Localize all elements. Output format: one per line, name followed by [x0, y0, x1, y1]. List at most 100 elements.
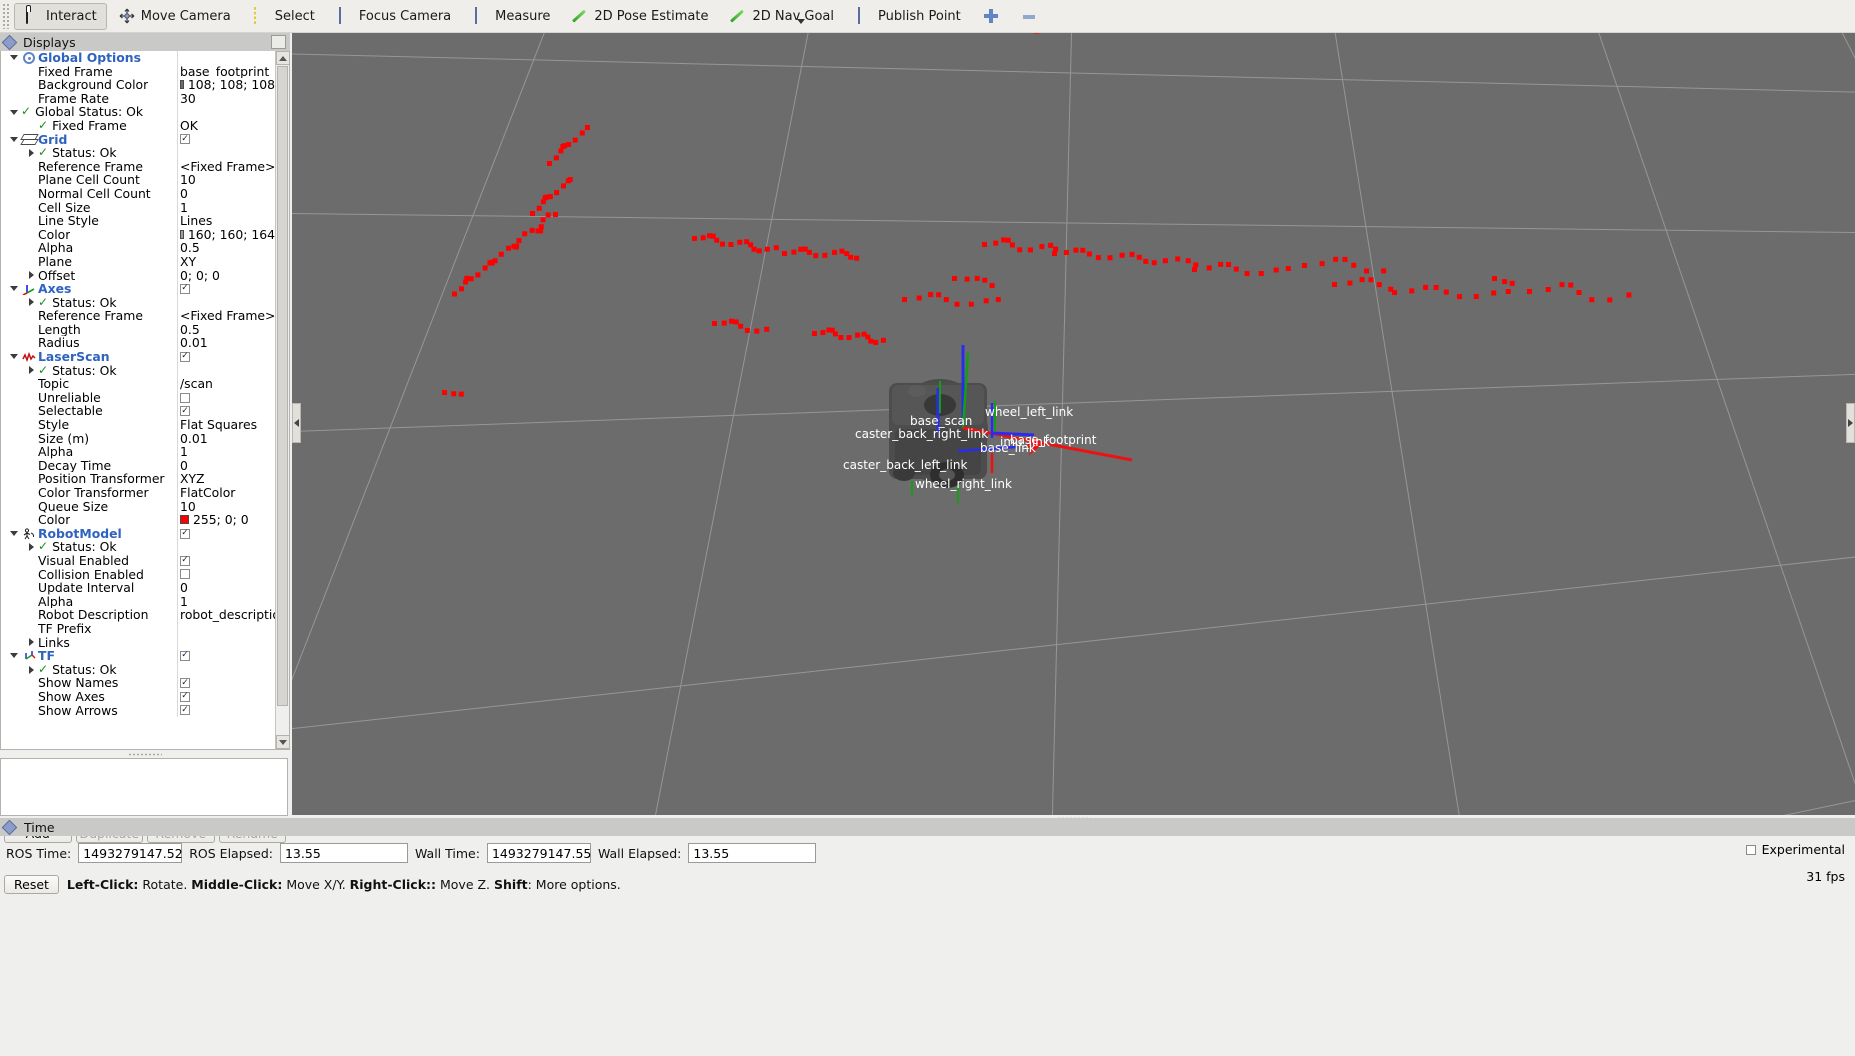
experimental-toggle[interactable]: Experimental [1745, 842, 1845, 857]
display-row[interactable]: Decay Time 0 [1, 458, 275, 473]
display-row[interactable]: ✓ Global Status: Ok [1, 105, 275, 119]
display-row-value-cell[interactable] [177, 295, 275, 310]
twisty-right-icon[interactable] [24, 665, 38, 674]
display-row[interactable]: Length 0.5 [1, 322, 275, 337]
display-row[interactable]: Global Options [1, 51, 275, 65]
twisty-down-icon[interactable] [7, 136, 21, 142]
display-row[interactable]: Color 255; 0; 0 [1, 513, 275, 527]
display-row-value-cell[interactable] [177, 105, 275, 119]
display-row[interactable]: Radius 0.01 [1, 336, 275, 351]
display-row-value-cell[interactable]: /scan [177, 377, 275, 391]
display-enable-checkbox[interactable]: ✓ [180, 555, 190, 566]
display-row-value-cell[interactable]: 30 [177, 91, 275, 106]
display-row-value-cell[interactable]: Flat Squares [177, 418, 275, 432]
color-swatch[interactable] [180, 80, 184, 90]
display-row[interactable]: Position Transformer XYZ [1, 472, 275, 486]
toolbar-button-measure[interactable]: Measure [463, 3, 560, 30]
ros-elapsed-input[interactable]: 13.55 [279, 843, 408, 863]
display-row[interactable]: Fixed Frame base_footprint [1, 64, 275, 79]
display-row-value-cell[interactable]: ✓ [177, 649, 275, 663]
display-row[interactable]: RobotModel ✓ [1, 526, 275, 541]
display-row-value-cell[interactable]: robot_description [177, 608, 275, 622]
displays-tree[interactable]: Global Options Fixed Frame base_footprint B… [1, 51, 275, 749]
twisty-right-icon[interactable] [24, 271, 38, 280]
display-row-value-cell[interactable] [177, 51, 275, 65]
display-row[interactable]: ✓ Fixed Frame OK [1, 118, 275, 133]
display-row[interactable]: TF ✓ [1, 649, 275, 663]
display-enable-checkbox[interactable] [180, 569, 190, 580]
display-row-value-cell[interactable]: ✓ [177, 526, 275, 541]
toolbar-button-publish-point[interactable]: Publish Point [846, 3, 971, 30]
ros-time-input[interactable]: 1493279147.52 [78, 843, 183, 863]
displays-panel-float-button[interactable] [271, 35, 286, 49]
display-row-value-cell[interactable]: XYZ [177, 472, 275, 486]
display-row[interactable]: Plane XY [1, 254, 275, 269]
twisty-right-icon[interactable] [24, 298, 38, 307]
display-row-value-cell[interactable]: 0.01 [177, 431, 275, 446]
toolbar-drag-handle[interactable] [2, 3, 11, 29]
toolbar-button-plus[interactable] [973, 3, 1009, 30]
display-row-value-cell[interactable]: 0 [177, 581, 275, 595]
display-row[interactable]: Show Arrows ✓ [1, 703, 275, 718]
display-row[interactable]: Color 160; 160; 164 [1, 227, 275, 242]
display-row[interactable]: ✓ Status: Ok [1, 295, 275, 310]
display-enable-checkbox[interactable]: ✓ [180, 691, 190, 702]
twisty-right-icon[interactable] [24, 148, 38, 157]
toolbar-button-2d-nav-goal[interactable]: 2D Nav Goal [720, 3, 844, 30]
display-row[interactable]: Unreliable [1, 390, 275, 405]
toolbar-button-interact[interactable]: Interact [14, 2, 107, 30]
twisty-down-icon[interactable] [7, 653, 21, 659]
toolbar-button-2d-pose-estimate[interactable]: 2D Pose Estimate [562, 3, 718, 30]
display-row[interactable]: Robot Description robot_description [1, 608, 275, 622]
left-panel-collapse-handle[interactable] [292, 403, 301, 443]
display-row[interactable]: Show Names ✓ [1, 676, 275, 690]
display-enable-checkbox[interactable]: ✓ [180, 678, 190, 689]
toolbar-button-focus-camera[interactable]: Focus Camera [327, 3, 461, 30]
display-row-value-cell[interactable] [177, 662, 275, 677]
twisty-down-icon[interactable] [7, 109, 21, 115]
color-swatch[interactable] [180, 515, 189, 525]
display-row-value-cell[interactable]: <Fixed Frame> [177, 309, 275, 323]
display-row[interactable]: Color Transformer FlatColor [1, 486, 275, 500]
display-row[interactable]: Reference Frame <Fixed Frame> [1, 309, 275, 323]
scroll-down-button[interactable] [276, 735, 290, 749]
displays-splitter[interactable] [0, 751, 290, 758]
display-row-value-cell[interactable]: ✓ [177, 350, 275, 364]
display-row-value-cell[interactable]: 0 [177, 186, 275, 201]
wall-time-input[interactable]: 1493279147.55 [486, 843, 591, 863]
display-row[interactable]: Line Style Lines [1, 214, 275, 228]
display-row-value-cell[interactable]: ✓ [177, 703, 275, 718]
display-enable-checkbox[interactable]: ✓ [180, 283, 190, 294]
display-enable-checkbox[interactable]: ✓ [180, 705, 190, 716]
experimental-checkbox[interactable] [1745, 844, 1756, 855]
display-row[interactable]: Background Color 108; 108; 108 [1, 78, 275, 92]
display-row-value-cell[interactable]: 1 [177, 594, 275, 609]
twisty-down-icon[interactable] [7, 354, 21, 360]
display-row[interactable]: Frame Rate 30 [1, 91, 275, 106]
display-row-value-cell[interactable] [177, 540, 275, 554]
display-row[interactable]: Size (m) 0.01 [1, 431, 275, 446]
color-swatch[interactable] [180, 230, 184, 240]
display-row-value-cell[interactable]: OK [177, 118, 275, 133]
display-row[interactable]: Queue Size 10 [1, 499, 275, 514]
displays-tree-scrollbar[interactable] [275, 51, 290, 749]
scroll-up-button[interactable] [276, 51, 290, 65]
display-row[interactable]: Alpha 0.5 [1, 241, 275, 255]
display-row-value-cell[interactable]: base_footprint [177, 64, 275, 79]
display-row-value-cell[interactable] [177, 363, 275, 378]
reset-button[interactable]: Reset [4, 874, 59, 894]
display-row[interactable]: Axes ✓ [1, 282, 275, 296]
display-enable-checkbox[interactable]: ✓ [180, 650, 190, 661]
display-row[interactable]: LaserScan ✓ [1, 350, 275, 364]
display-row-value-cell[interactable] [177, 621, 275, 636]
display-enable-checkbox[interactable]: ✓ [180, 351, 190, 362]
display-row[interactable]: TF Prefix [1, 621, 275, 636]
display-row-value-cell[interactable]: XY [177, 254, 275, 269]
display-row-value-cell[interactable]: ✓ [177, 282, 275, 296]
display-row-value-cell[interactable]: <Fixed Frame> [177, 159, 275, 174]
display-row[interactable]: ✓ Status: Ok [1, 363, 275, 378]
display-row-value-cell[interactable]: 0 [177, 458, 275, 473]
display-row[interactable]: Selectable ✓ [1, 404, 275, 419]
display-enable-checkbox[interactable]: ✓ [180, 406, 190, 417]
display-row-value-cell[interactable]: ✓ [177, 553, 275, 568]
